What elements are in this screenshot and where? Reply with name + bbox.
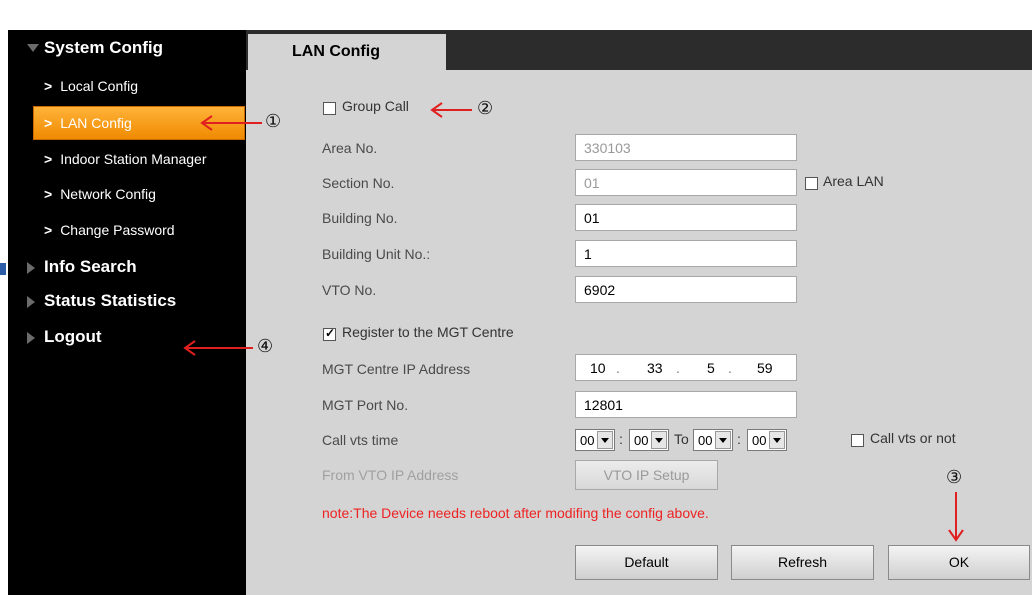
annotation-marker-1: ① [265,111,282,132]
annotation-marker-2: ② [477,98,494,119]
annotation-arrows [183,102,964,542]
annotation-marker-4: ④ [257,336,274,357]
annotation-marker-3: ③ [946,467,963,488]
